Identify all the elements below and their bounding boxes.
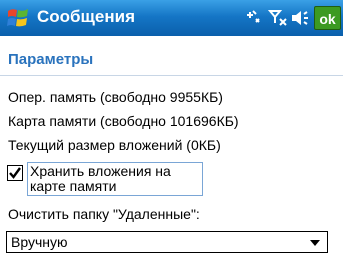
app-title: Сообщения — [37, 7, 135, 26]
clear-deleted-select[interactable]: Вручную — [6, 231, 328, 253]
windows-start-icon[interactable] — [6, 6, 30, 30]
store-on-card-label[interactable]: Хранить вложения на карте памяти — [27, 162, 203, 196]
page-title: Параметры — [8, 51, 94, 68]
card-memory-text: Карта памяти (свободно 101696КБ) — [8, 113, 239, 129]
title-bar: Сообщения ok — [0, 0, 343, 36]
ok-button[interactable]: ok — [314, 6, 341, 30]
checkmark-icon — [9, 167, 21, 179]
chevron-down-icon[interactable] — [310, 240, 320, 246]
clear-deleted-label: Очистить папку "Удаленные": — [8, 206, 200, 222]
store-on-card-checkbox[interactable] — [7, 165, 23, 181]
connectivity-icon[interactable] — [244, 8, 262, 26]
ram-memory-text: Опер. память (свободно 9955КБ) — [8, 89, 223, 105]
volume-icon[interactable] — [290, 8, 310, 28]
clear-deleted-value: Вручную — [11, 234, 68, 250]
attachments-size-text: Текущий размер вложений (0КБ) — [8, 137, 221, 153]
heading-divider — [0, 75, 343, 76]
signal-off-icon[interactable] — [268, 8, 288, 28]
